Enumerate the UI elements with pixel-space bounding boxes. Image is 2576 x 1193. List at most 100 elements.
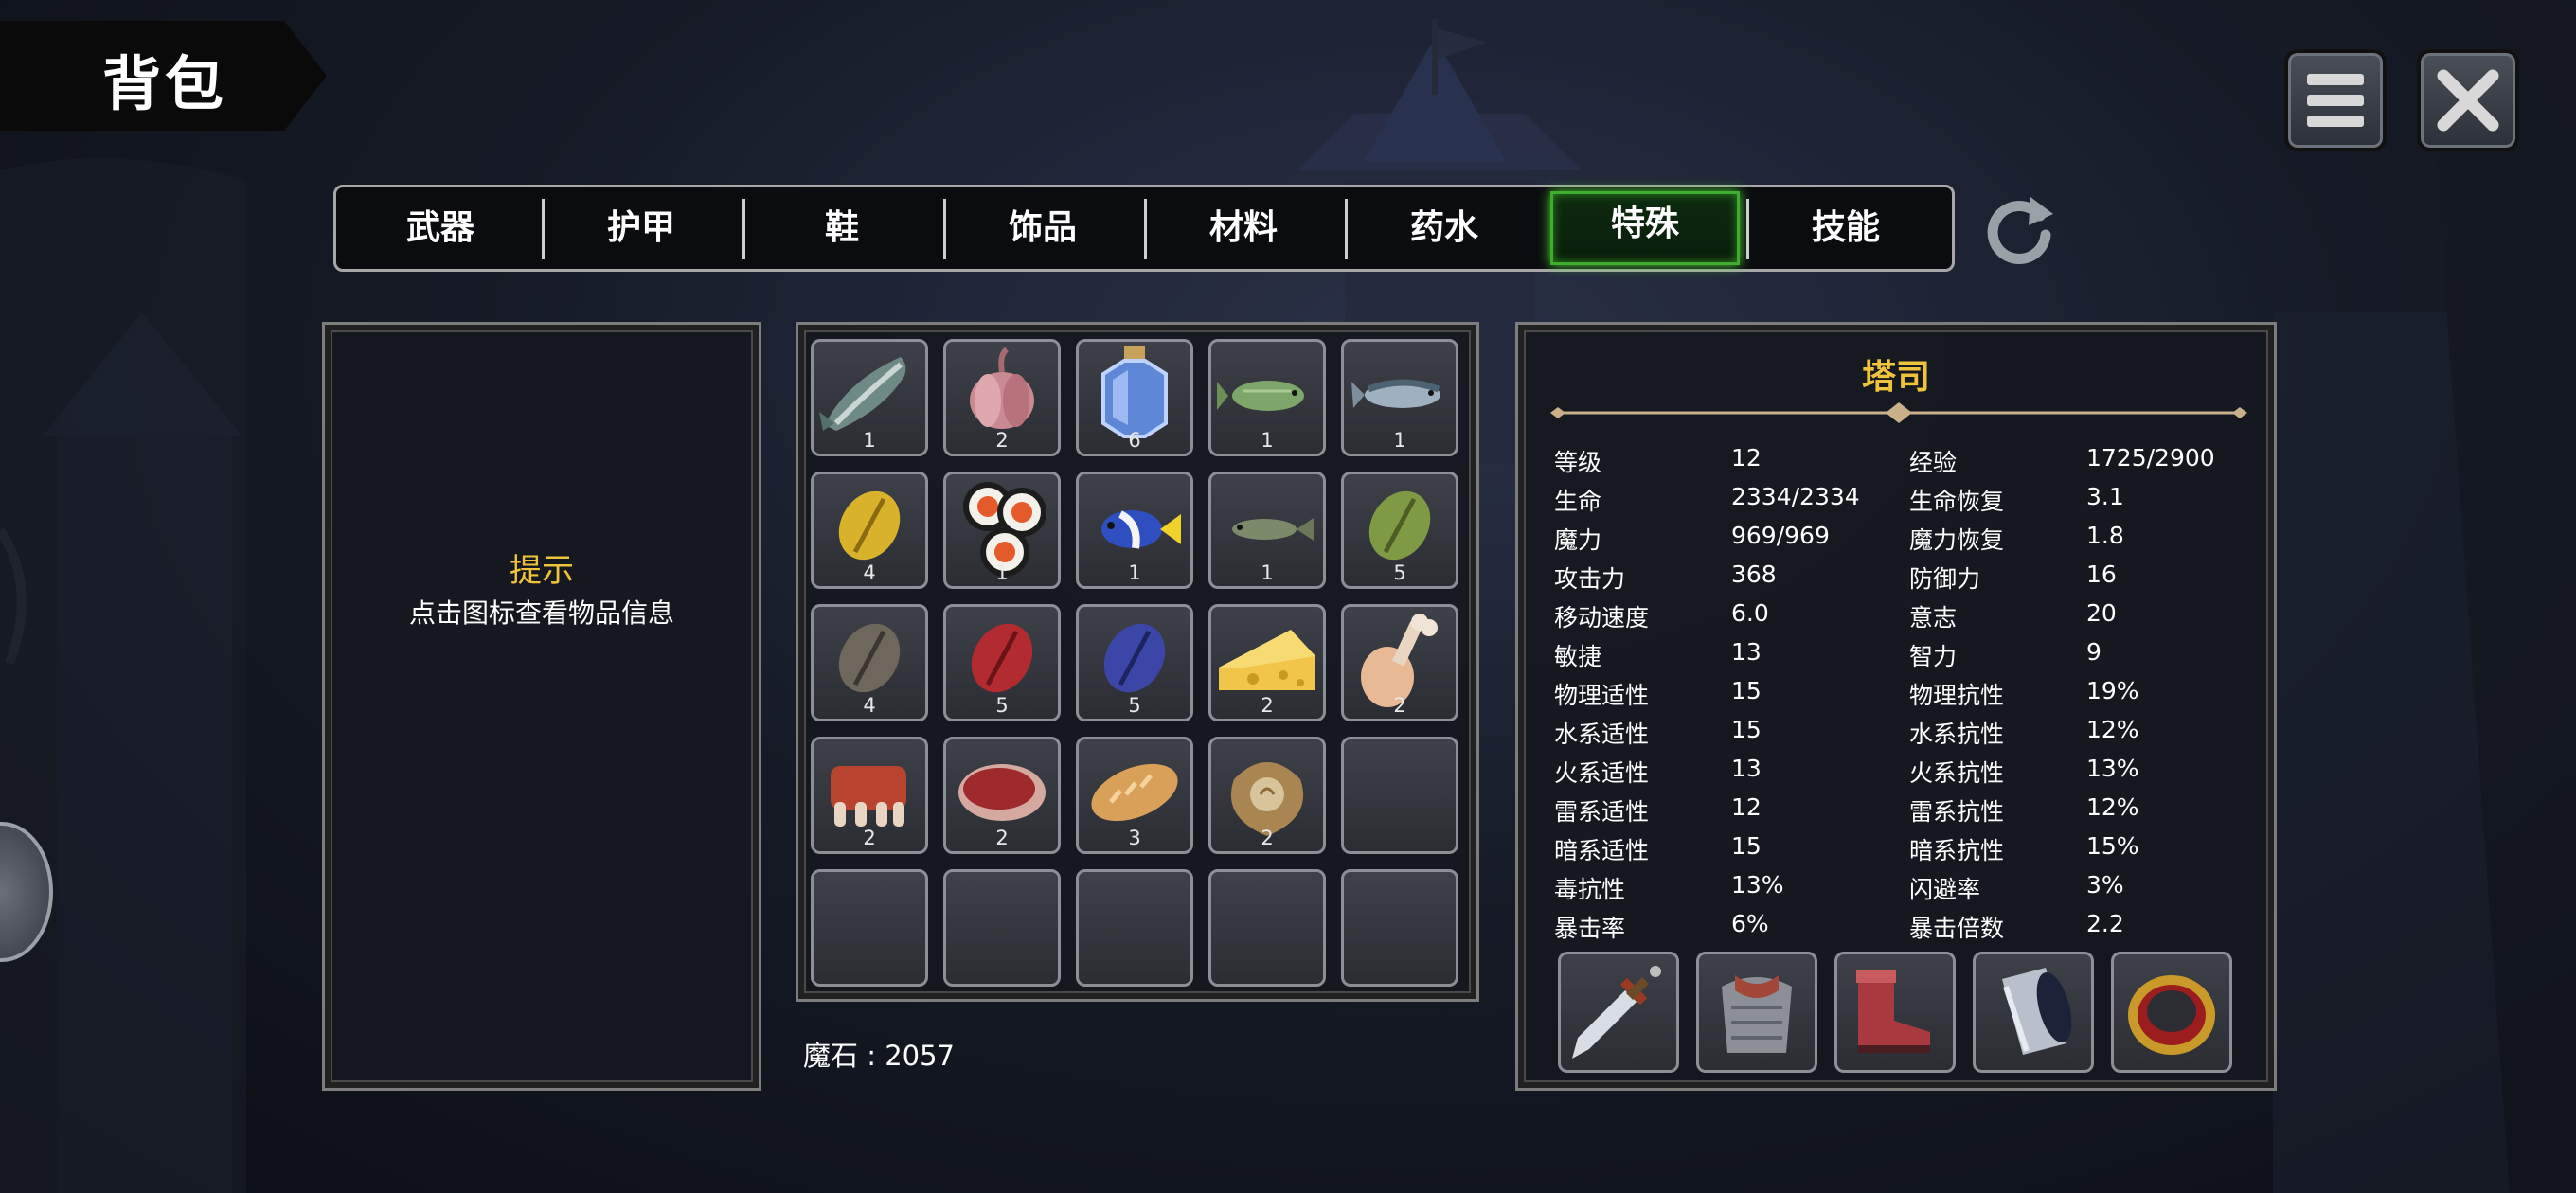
stat-label: 生命 <box>1554 488 1602 515</box>
inventory-slot-empty[interactable] <box>1341 869 1458 987</box>
inventory-slot[interactable]: 2 <box>811 737 928 854</box>
item-quantity: 2 <box>1393 694 1406 717</box>
tip-title: 提示 <box>510 552 574 590</box>
inventory-slot[interactable]: 2 <box>1208 604 1326 721</box>
inventory-slot[interactable]: 4 <box>811 604 928 721</box>
stat-value: 368 <box>1731 561 1777 588</box>
item-quantity: 2 <box>1261 694 1274 717</box>
gray-bean-icon <box>838 623 901 693</box>
item-quantity: 1 <box>1393 429 1406 452</box>
inventory-slot-empty[interactable] <box>1208 869 1326 987</box>
inventory-slot[interactable]: 2 <box>1341 604 1458 721</box>
tab-special[interactable]: 特殊 <box>1550 191 1740 265</box>
stat-label: 物理抗性 <box>1909 682 2005 709</box>
stat-value: 15 <box>1731 716 1762 743</box>
bread-icon <box>1091 763 1178 822</box>
character-name: 塔司 <box>1861 358 1930 397</box>
stat-label: 水系抗性 <box>1909 721 2005 748</box>
inventory-slot-empty[interactable] <box>1076 869 1193 987</box>
raw-meat-icon <box>958 764 1046 821</box>
stat-label: 火系抗性 <box>1909 759 2005 787</box>
inventory-slot[interactable]: 6 <box>1076 339 1193 456</box>
item-info-panel: 提示 点击图标查看物品信息 <box>322 322 761 1091</box>
inventory-slot-empty[interactable] <box>811 869 928 987</box>
page-title: 背包 <box>102 49 228 118</box>
tab-weapon[interactable]: 武器 <box>346 195 535 261</box>
stat-label: 雷系适性 <box>1554 798 1650 826</box>
item-quantity: 2 <box>995 429 1009 452</box>
magic-stone-count: 魔石 : 2057 <box>803 1040 956 1072</box>
inventory-slot[interactable]: 1 <box>1076 472 1193 589</box>
equipment-slot-ring[interactable] <box>2111 952 2232 1073</box>
stat-label: 暴击倍数 <box>1909 915 2005 942</box>
stat-label: 雷系抗性 <box>1909 798 2005 826</box>
stat-label: 暗系抗性 <box>1909 837 2005 864</box>
stat-value: 16 <box>2086 561 2117 588</box>
item-quantity: 5 <box>995 694 1009 717</box>
tab-divider <box>1345 199 1348 259</box>
refresh-button[interactable] <box>1981 191 2059 269</box>
potion-bottle-icon <box>1101 346 1168 438</box>
stat-label: 等级 <box>1554 449 1602 476</box>
item-quantity: 2 <box>863 827 876 849</box>
tab-material[interactable]: 材料 <box>1149 195 1338 261</box>
stat-value: 1725/2900 <box>2086 444 2215 472</box>
stat-value: 13 <box>1731 755 1762 782</box>
equipment-slot-bracer[interactable] <box>1973 952 2094 1073</box>
ring-icon <box>2128 975 2215 1055</box>
stat-value: 20 <box>2086 599 2117 627</box>
stat-label: 闪避率 <box>1909 876 1981 903</box>
close-icon <box>2437 69 2499 132</box>
inventory-slot[interactable]: 4 <box>811 472 928 589</box>
inventory-slot[interactable]: 1 <box>1341 339 1458 456</box>
tropical-fish-icon <box>1101 510 1181 549</box>
tab-skill[interactable]: 技能 <box>1751 195 1941 261</box>
equipment-slot-armor[interactable] <box>1696 952 1817 1073</box>
stat-label: 物理适性 <box>1554 682 1650 709</box>
menu-button[interactable] <box>2284 49 2387 151</box>
inventory-slot[interactable]: 5 <box>1076 604 1193 721</box>
tab-armor[interactable]: 护甲 <box>546 195 736 261</box>
inventory-slot[interactable]: 5 <box>1341 472 1458 589</box>
inventory-slot-empty[interactable] <box>1341 737 1458 854</box>
inventory-slot[interactable]: 1 <box>943 472 1061 589</box>
item-quantity: 1 <box>863 429 876 452</box>
small-fish-icon <box>1232 518 1314 541</box>
tab-accessory[interactable]: 饰品 <box>948 195 1137 261</box>
tab-potion[interactable]: 药水 <box>1350 195 1539 261</box>
item-quantity: 4 <box>863 561 876 584</box>
inventory-slot[interactable]: 1 <box>1208 339 1326 456</box>
stat-label: 生命恢复 <box>1909 488 2005 515</box>
stat-value: 9 <box>2086 638 2102 666</box>
inventory-slot[interactable]: 1 <box>811 339 928 456</box>
item-quantity: 1 <box>995 561 1009 584</box>
equipment-slot-boots[interactable] <box>1834 952 1956 1073</box>
close-button[interactable] <box>2417 49 2519 151</box>
inventory-slot[interactable]: 2 <box>1208 737 1326 854</box>
tab-divider <box>1144 199 1147 259</box>
stat-value: 1.8 <box>2086 522 2124 549</box>
inventory-slot[interactable]: 2 <box>943 737 1061 854</box>
stat-value: 6% <box>1731 910 1769 937</box>
stat-value: 13% <box>2086 755 2139 782</box>
inventory-slot[interactable]: 2 <box>943 339 1061 456</box>
stat-value: 6.0 <box>1731 599 1769 627</box>
tab-shoes[interactable]: 鞋 <box>747 195 937 261</box>
garlic-icon <box>970 347 1034 429</box>
item-quantity: 5 <box>1128 694 1141 717</box>
stat-value: 12% <box>2086 793 2139 821</box>
stat-value: 2.2 <box>2086 910 2124 937</box>
stat-value: 969/969 <box>1731 522 1830 549</box>
equipment-slot-weapon[interactable] <box>1558 952 1679 1073</box>
item-quantity: 1 <box>1261 561 1274 584</box>
inventory-slot[interactable]: 5 <box>943 604 1061 721</box>
boots-icon <box>1856 970 1930 1053</box>
stat-label: 智力 <box>1909 643 1958 670</box>
inventory-slot[interactable]: 3 <box>1076 737 1193 854</box>
inventory-slot-empty[interactable] <box>943 869 1061 987</box>
inventory-slot[interactable]: 1 <box>1208 472 1326 589</box>
ornament-divider <box>1550 402 2247 423</box>
item-quantity: 6 <box>1128 429 1141 452</box>
stat-value: 3.1 <box>2086 483 2124 510</box>
stat-label: 敏捷 <box>1554 643 1602 670</box>
